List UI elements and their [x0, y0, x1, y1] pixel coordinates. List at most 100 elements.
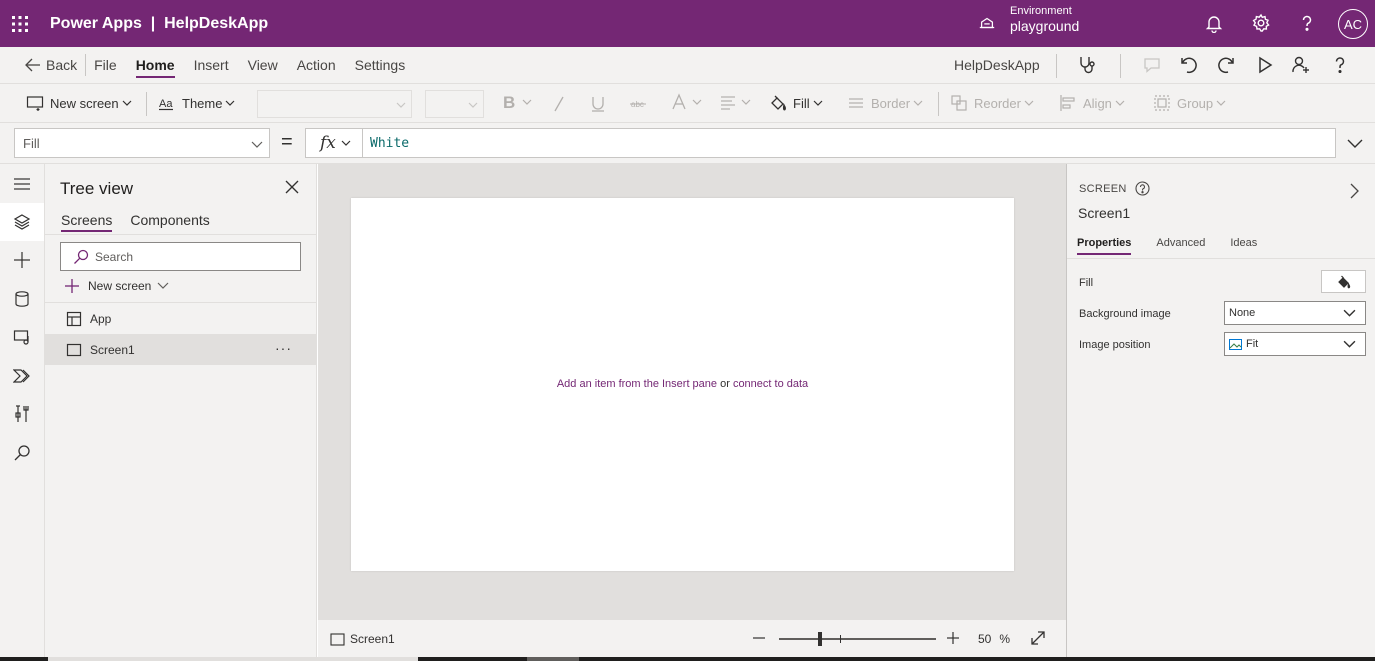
new-screen-label: New screen [88, 279, 152, 293]
chevron-down-icon [251, 138, 263, 150]
font-size-select [425, 90, 484, 118]
layers-icon [13, 213, 31, 231]
redo-icon[interactable] [1216, 55, 1236, 75]
menu-settings[interactable]: Settings [355, 53, 406, 77]
fill-label: Fill [793, 95, 810, 111]
search-icon [73, 249, 89, 265]
more-options-icon[interactable]: ··· [275, 340, 295, 356]
media-icon [13, 328, 31, 346]
background-image-label: Background image [1079, 308, 1171, 320]
app-checker-stethoscope-icon[interactable] [1077, 55, 1097, 75]
search-button[interactable] [0, 434, 44, 472]
help-question-icon[interactable] [1330, 55, 1350, 75]
insert-button[interactable] [0, 241, 44, 279]
tab-components[interactable]: Components [130, 212, 209, 232]
function-picker-button[interactable]: fx [305, 128, 363, 158]
chevron-right-icon[interactable] [1349, 183, 1359, 199]
fill-color-picker[interactable] [1321, 270, 1366, 293]
reorder-label: Reorder [974, 95, 1021, 111]
selected-screen-name[interactable]: Screen1 [1078, 205, 1130, 221]
user-avatar[interactable]: AC [1338, 9, 1368, 39]
font-family-select [257, 90, 412, 118]
menu-separator [85, 54, 87, 76]
tab-screens[interactable]: Screens [61, 212, 113, 232]
new-screen-icon [26, 94, 44, 112]
svg-text:Aa: Aa [159, 98, 173, 110]
taskbar-segment [527, 657, 579, 661]
tree-search-input[interactable]: Search [60, 242, 301, 271]
media-button[interactable] [0, 318, 44, 356]
environment-picker[interactable]: Environment playground [1010, 5, 1079, 35]
help-circle-icon[interactable] [1135, 181, 1150, 196]
share-user-icon[interactable] [1291, 55, 1311, 75]
settings-gear-icon[interactable] [1251, 13, 1271, 33]
tab-ideas[interactable]: Ideas [1230, 237, 1257, 253]
zoom-slider-thumb[interactable] [818, 632, 822, 646]
fit-to-window-icon[interactable] [1030, 630, 1046, 646]
group-label: Group [1177, 95, 1214, 111]
insert-pane-link[interactable]: Add an item from the Insert pane [557, 378, 717, 390]
data-button[interactable] [0, 280, 44, 318]
background-image-select[interactable]: None [1224, 301, 1366, 325]
fill-button[interactable]: Fill [769, 94, 823, 112]
environment-icon[interactable] [978, 14, 996, 32]
tree-item-screen1[interactable]: Screen1 ··· [45, 334, 316, 365]
top-bar: Power Apps | HelpDeskApp Environment pla… [0, 0, 1375, 47]
notifications-bell-icon[interactable] [1204, 13, 1224, 33]
hint-or-text: or [720, 378, 730, 390]
group-icon [1153, 94, 1171, 112]
divider [1067, 258, 1375, 259]
status-bar: Screen1 50% [318, 619, 1066, 657]
plus-icon [64, 278, 80, 294]
canvas-area: Add an item from the Insert pane or conn… [318, 164, 1066, 619]
menu-separator [1120, 54, 1121, 78]
menu-insert[interactable]: Insert [194, 53, 229, 77]
property-dropdown[interactable]: Fill [14, 128, 270, 158]
tab-properties[interactable]: Properties [1077, 237, 1132, 255]
align-label: Align [1083, 95, 1112, 111]
tree-item-app[interactable]: App [45, 303, 316, 334]
expand-formula-chevron-icon[interactable] [1346, 136, 1364, 150]
chevron-down-icon [157, 281, 169, 291]
tree-view-title: Tree view [60, 179, 134, 198]
preview-play-icon[interactable] [1255, 55, 1275, 75]
advanced-tools-button[interactable] [0, 395, 44, 433]
screen-canvas[interactable]: Add an item from the Insert pane or conn… [351, 198, 1014, 571]
menu-file[interactable]: File [94, 53, 117, 77]
formula-input[interactable]: White [362, 128, 1336, 158]
connect-to-data-link[interactable]: connect to data [733, 378, 808, 390]
tools-icon [13, 405, 31, 423]
theme-button[interactable]: Aa Theme [158, 94, 235, 112]
new-screen-label: New screen [50, 95, 119, 111]
back-button[interactable]: Back [24, 56, 77, 74]
zoom-out-minus-icon[interactable] [752, 631, 766, 645]
control-kind: SCREEN [1079, 181, 1150, 196]
tree-view-button[interactable] [0, 203, 44, 241]
power-automate-button[interactable] [0, 357, 44, 395]
arrow-left-icon [24, 56, 42, 74]
chevron-down-icon [1343, 339, 1356, 350]
hamburger-menu-button[interactable] [0, 165, 44, 203]
tree-new-screen-button[interactable]: New screen [64, 278, 169, 294]
help-question-icon[interactable] [1297, 13, 1317, 33]
menu-home[interactable]: Home [135, 53, 175, 78]
undo-icon[interactable] [1179, 55, 1199, 75]
menu-action[interactable]: Action [297, 53, 336, 77]
align-objects-icon [1059, 94, 1077, 112]
current-screen-indicator[interactable]: Screen1 [330, 632, 395, 646]
app-launcher-icon[interactable] [10, 14, 30, 34]
back-label: Back [46, 57, 78, 73]
new-screen-button[interactable]: New screen [26, 94, 132, 112]
zoom-slider[interactable] [779, 630, 936, 648]
bold-icon: B [503, 93, 517, 111]
zoom-in-plus-icon[interactable] [946, 631, 960, 645]
close-icon[interactable] [285, 180, 299, 194]
control-kind-label: SCREEN [1079, 182, 1127, 195]
image-position-select[interactable]: Fit [1224, 332, 1366, 356]
menu-view[interactable]: View [248, 53, 278, 77]
bold-button: B [503, 93, 532, 111]
tab-advanced[interactable]: Advanced [1156, 237, 1205, 253]
tree-view-tabs: Screens Components [61, 212, 228, 232]
border-label: Border [871, 95, 911, 111]
svg-text:B: B [503, 93, 515, 111]
